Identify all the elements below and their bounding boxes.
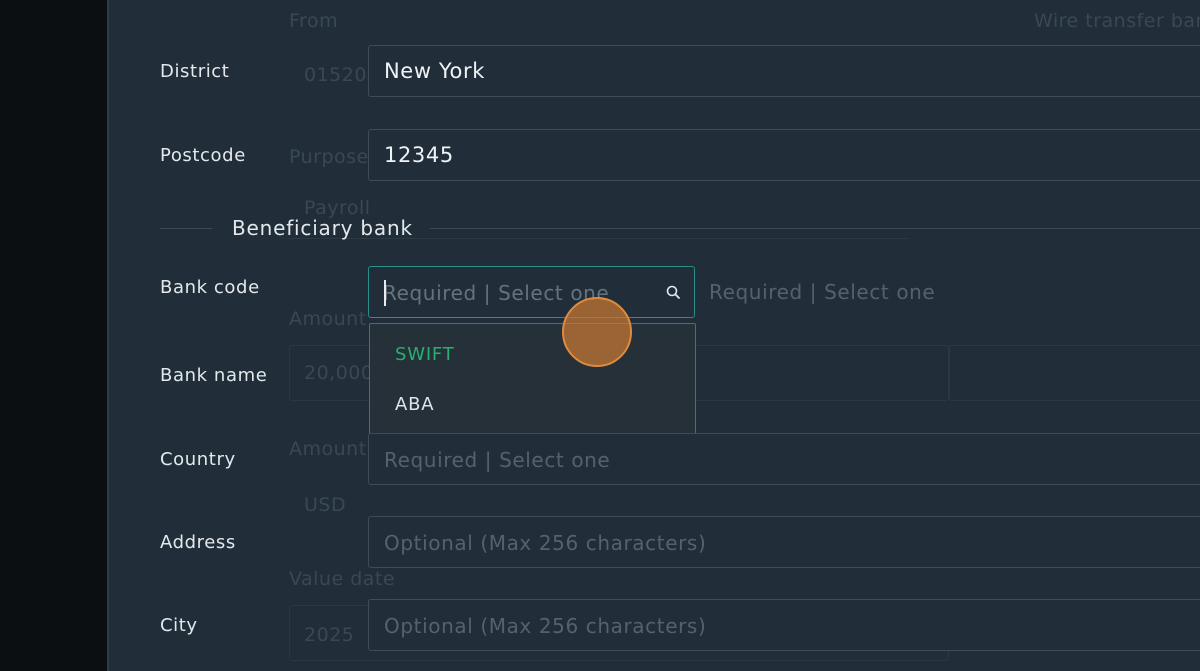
section-divider-right — [430, 228, 1200, 229]
postcode-label: Postcode — [160, 145, 246, 166]
postcode-value: 12345 — [384, 143, 454, 167]
district-field[interactable]: New York — [368, 45, 1200, 97]
text-caret — [384, 280, 386, 306]
address-placeholder: Optional (Max 256 characters) — [384, 531, 707, 555]
left-sidebar-strip — [0, 0, 107, 671]
dropdown-option-aba[interactable]: ABA — [370, 381, 695, 429]
ghost-from-label: From — [289, 10, 339, 32]
ghost-amount-label-2: Amount — [289, 438, 367, 460]
country-placeholder: Required | Select one — [384, 448, 611, 472]
section-divider-left — [160, 228, 212, 229]
ghost-amount-value: 20,000 — [304, 362, 374, 384]
bank-code-search-box[interactable] — [368, 266, 695, 318]
bank-code-label: Bank code — [160, 277, 260, 298]
dropdown-option-swift[interactable]: SWIFT — [370, 331, 695, 379]
address-field[interactable]: Optional (Max 256 characters) — [368, 516, 1200, 568]
search-icon[interactable] — [665, 284, 683, 302]
ghost-date-value: 2025 — [304, 624, 355, 646]
ghost-wire-label: Wire transfer ban — [1034, 10, 1200, 32]
postcode-field[interactable]: 12345 — [368, 129, 1200, 181]
ghost-value-date-label: Value date — [289, 568, 396, 590]
bank-code-value-placeholder[interactable]: Required | Select one — [709, 280, 935, 304]
ghost-amount-box-2 — [949, 345, 1200, 401]
city-placeholder: Optional (Max 256 characters) — [384, 614, 707, 638]
country-label: Country — [160, 449, 236, 470]
district-label: District — [160, 61, 230, 82]
ghost-purpose-label: Purpose — [289, 146, 369, 168]
section-title-beneficiary-bank: Beneficiary bank — [232, 216, 413, 240]
bank-code-dropdown: SWIFT ABA — [369, 323, 696, 435]
bank-name-label: Bank name — [160, 365, 268, 386]
city-field[interactable]: Optional (Max 256 characters) — [368, 599, 1200, 651]
address-label: Address — [160, 532, 236, 553]
bank-code-search-input[interactable] — [383, 279, 643, 307]
country-field[interactable]: Required | Select one — [368, 433, 1200, 485]
ghost-currency: USD — [304, 494, 347, 516]
city-label: City — [160, 615, 198, 636]
district-value: New York — [384, 59, 485, 83]
ghost-amount-label: Amount — [289, 308, 367, 330]
